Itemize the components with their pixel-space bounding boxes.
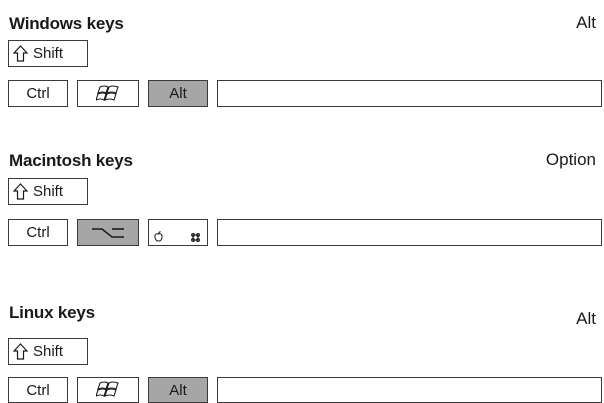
- alt-label: Alt: [169, 381, 187, 399]
- windows-logo-key[interactable]: [77, 377, 139, 403]
- ctrl-key[interactable]: Ctrl: [8, 219, 68, 246]
- shift-label: Shift: [33, 343, 64, 360]
- ctrl-label: Ctrl: [26, 224, 50, 241]
- alt-key[interactable]: Alt: [148, 377, 208, 403]
- ctrl-key[interactable]: Ctrl: [8, 80, 68, 107]
- alt-label: Alt: [169, 85, 187, 102]
- section-heading: Macintosh keys: [9, 151, 133, 170]
- alt-key[interactable]: Alt: [148, 80, 208, 107]
- apple-icon: [154, 231, 163, 242]
- shift-arrow-icon: [13, 343, 28, 360]
- section-heading: Windows keys: [9, 14, 124, 33]
- shift-key[interactable]: Shift: [8, 178, 88, 205]
- space-bar[interactable]: [217, 377, 602, 403]
- shift-arrow-icon: [13, 183, 28, 200]
- shift-label: Shift: [33, 45, 64, 62]
- ctrl-label: Ctrl: [26, 381, 50, 399]
- ctrl-key[interactable]: Ctrl: [8, 377, 68, 403]
- space-bar[interactable]: [217, 219, 602, 246]
- shift-key[interactable]: Shift: [8, 40, 88, 67]
- windows-logo-icon: [96, 381, 119, 397]
- shift-arrow-icon: [13, 45, 28, 62]
- command-icon: [191, 233, 200, 242]
- modifier-name: Alt: [576, 13, 596, 32]
- section-heading: Linux keys: [9, 303, 95, 322]
- ctrl-label: Ctrl: [26, 85, 50, 102]
- windows-logo-icon: [96, 84, 119, 101]
- shift-key[interactable]: Shift: [8, 338, 88, 365]
- windows-logo-key[interactable]: [77, 80, 139, 107]
- option-key[interactable]: [77, 219, 139, 246]
- modifier-name: Alt: [576, 309, 596, 328]
- space-bar[interactable]: [217, 80, 602, 107]
- command-key[interactable]: [148, 219, 208, 246]
- modifier-name: Option: [545, 150, 596, 169]
- shift-label: Shift: [33, 183, 64, 200]
- option-key-icon: [92, 227, 124, 238]
